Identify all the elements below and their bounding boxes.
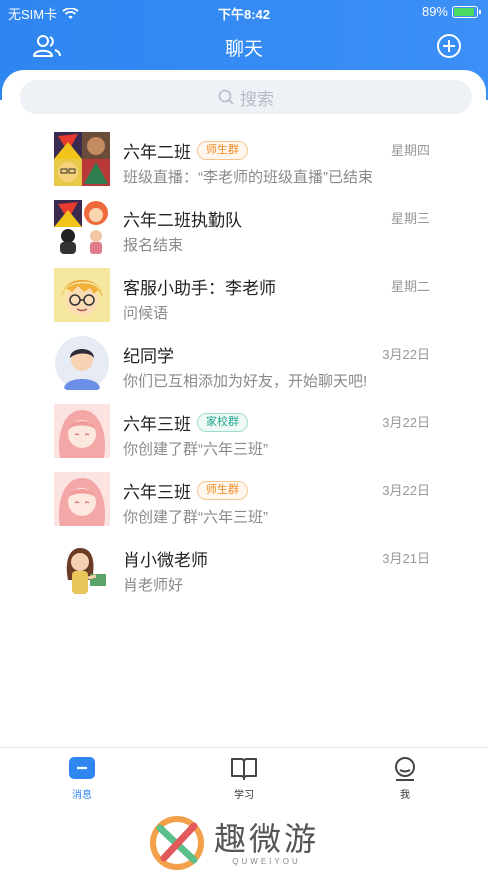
chat-date: 3月22日	[382, 347, 430, 362]
chat-preview: 你创建了群“六年三班”	[123, 509, 268, 526]
group-avatar	[54, 200, 110, 254]
chat-item[interactable]: 六年二班执勤队 星期三 报名结束	[2, 196, 486, 262]
battery-percent: 89%	[421, 4, 448, 19]
tab-label: 消息	[72, 790, 92, 801]
profile-icon	[395, 757, 415, 781]
chat-item[interactable]: 肖小微老师 3月21日 肖老师好	[2, 536, 486, 602]
user-avatar	[54, 336, 110, 390]
chat-panel: 搜索 六年二班 师生群 星期四 班级直播：“李老师的班级直播”已结束 六年二班执…	[2, 70, 486, 750]
chat-preview: 报名结束	[123, 237, 184, 254]
chat-name: 客服小助手：李老师	[123, 279, 276, 298]
user-avatar	[54, 268, 110, 322]
battery-status: 89%	[421, 4, 481, 19]
tab-label: 学习	[234, 790, 254, 801]
chat-name: 纪同学	[123, 347, 174, 366]
book-icon	[231, 758, 257, 780]
user-avatar	[54, 540, 110, 594]
chat-preview: 问候语	[123, 305, 169, 322]
chat-item[interactable]: 纪同学 3月22日 你们已互相添加为好友，开始聊天吧!	[2, 332, 486, 398]
chat-date: 3月22日	[382, 415, 430, 430]
chat-date: 3月22日	[382, 483, 430, 498]
group-avatar	[54, 404, 110, 458]
chat-name: 六年二班执勤队	[123, 211, 242, 230]
group-avatar	[54, 132, 110, 186]
tab-messages[interactable]: 消息	[52, 756, 112, 804]
search-icon	[218, 89, 234, 105]
chat-item[interactable]: 六年二班 师生群 星期四 班级直播：“李老师的班级直播”已结束	[2, 128, 486, 194]
search-bar[interactable]: 搜索	[20, 80, 472, 114]
tab-bar: 消息 学习 我	[0, 747, 488, 807]
watermark-subtitle: QUWEIYOU	[232, 856, 301, 866]
watermark-title: 趣微游	[214, 819, 320, 858]
status-time: 下午8:42	[217, 7, 271, 22]
add-icon[interactable]	[436, 33, 462, 59]
chat-name: 肖小微老师	[123, 551, 208, 570]
watermark-logo	[150, 816, 204, 870]
status-bar: 无SIM卡 下午8:42 89%	[0, 0, 488, 24]
tab-me[interactable]: 我	[375, 756, 435, 804]
chat-date: 3月21日	[382, 551, 430, 566]
group-tag: 师生群	[197, 481, 248, 500]
chat-date: 星期二	[390, 279, 430, 294]
chat-item[interactable]: 六年三班 家校群 3月22日 你创建了群“六年三班”	[2, 400, 486, 466]
message-icon	[69, 757, 95, 779]
chat-preview: 肖老师好	[123, 577, 184, 594]
group-avatar	[54, 472, 110, 526]
chat-name: 六年二班	[123, 143, 191, 162]
group-tag: 家校群	[197, 413, 248, 432]
chat-preview: 你们已互相添加为好友，开始聊天吧!	[123, 373, 368, 390]
chat-date: 星期四	[390, 143, 430, 158]
chat-name: 六年三班	[123, 483, 191, 502]
chat-name: 六年三班	[123, 415, 191, 434]
battery-icon	[452, 5, 481, 18]
watermark: 趣微游 QUWEIYOU	[150, 815, 350, 871]
tab-label: 我	[400, 790, 410, 801]
tab-study[interactable]: 学习	[214, 756, 274, 804]
chat-date: 星期三	[390, 211, 430, 226]
chat-preview: 你创建了群“六年三班”	[123, 441, 268, 458]
group-tag: 师生群	[197, 141, 248, 160]
search-placeholder: 搜索	[240, 89, 274, 109]
chat-preview: 班级直播：“李老师的班级直播”已结束	[123, 169, 373, 186]
chat-item[interactable]: 客服小助手：李老师 星期二 问候语	[2, 264, 486, 330]
page-title: 聊天	[224, 39, 263, 60]
chat-item[interactable]: 六年三班 师生群 3月22日 你创建了群“六年三班”	[2, 468, 486, 534]
navigation-bar: 聊天	[0, 28, 488, 64]
